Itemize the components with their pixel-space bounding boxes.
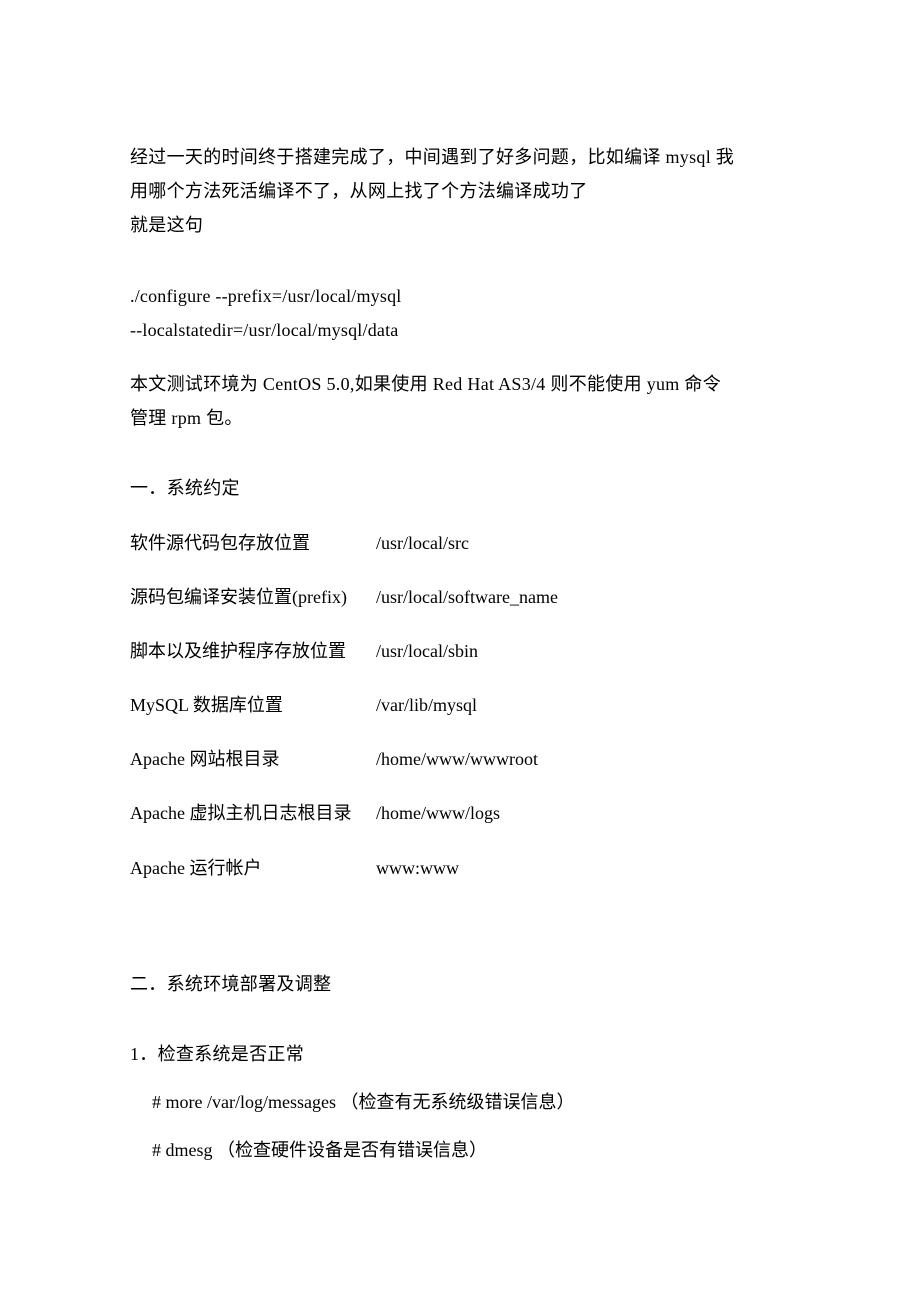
- table-row: 脚本以及维护程序存放位置 /usr/local/sbin: [130, 634, 790, 668]
- config-value: /usr/local/sbin: [376, 634, 790, 668]
- code-line-2: --localstatedir=/usr/local/mysql/data: [130, 313, 790, 347]
- config-label: Apache 网站根目录: [130, 742, 376, 776]
- config-label: Apache 虚拟主机日志根目录: [130, 796, 376, 830]
- command-line: # more /var/log/messages （检查有无系统级错误信息）: [130, 1085, 790, 1119]
- config-label: MySQL 数据库位置: [130, 688, 376, 722]
- document-body: 经过一天的时间终于搭建完成了，中间遇到了好多问题，比如编译 mysql 我 用哪…: [130, 140, 790, 1168]
- config-value: /home/www/logs: [376, 796, 790, 830]
- intro-line-2: 用哪个方法死活编译不了，从网上找了个方法编译成功了: [130, 174, 790, 208]
- config-label: Apache 运行帐户: [130, 851, 376, 885]
- table-row: Apache 网站根目录 /home/www/wwwroot: [130, 742, 790, 776]
- table-row: MySQL 数据库位置 /var/lib/mysql: [130, 688, 790, 722]
- config-value: /var/lib/mysql: [376, 688, 790, 722]
- section-1-title: 一．系统约定: [130, 471, 790, 505]
- config-label: 源码包编译安装位置(prefix): [130, 580, 376, 614]
- section-2-title: 二．系统环境部署及调整: [130, 967, 790, 1001]
- config-value: /usr/local/src: [376, 526, 790, 560]
- env-note-line-2: 管理 rpm 包。: [130, 401, 790, 435]
- table-row: Apache 虚拟主机日志根目录 /home/www/logs: [130, 796, 790, 830]
- code-line-1: ./configure --prefix=/usr/local/mysql: [130, 279, 790, 313]
- command-line: # dmesg （检查硬件设备是否有错误信息）: [130, 1133, 790, 1167]
- config-value: www:www: [376, 851, 790, 885]
- table-row: Apache 运行帐户 www:www: [130, 851, 790, 885]
- intro-line-3: 就是这句: [130, 208, 790, 242]
- config-label: 脚本以及维护程序存放位置: [130, 634, 376, 668]
- config-label: 软件源代码包存放位置: [130, 526, 376, 560]
- config-value: /usr/local/software_name: [376, 580, 790, 614]
- table-row: 源码包编译安装位置(prefix) /usr/local/software_na…: [130, 580, 790, 614]
- section-2-subtitle: 1．检查系统是否正常: [130, 1037, 790, 1071]
- table-row: 软件源代码包存放位置 /usr/local/src: [130, 526, 790, 560]
- intro-line-1: 经过一天的时间终于搭建完成了，中间遇到了好多问题，比如编译 mysql 我: [130, 140, 790, 174]
- env-note-line-1: 本文测试环境为 CentOS 5.0,如果使用 Red Hat AS3/4 则不…: [130, 367, 790, 401]
- config-value: /home/www/wwwroot: [376, 742, 790, 776]
